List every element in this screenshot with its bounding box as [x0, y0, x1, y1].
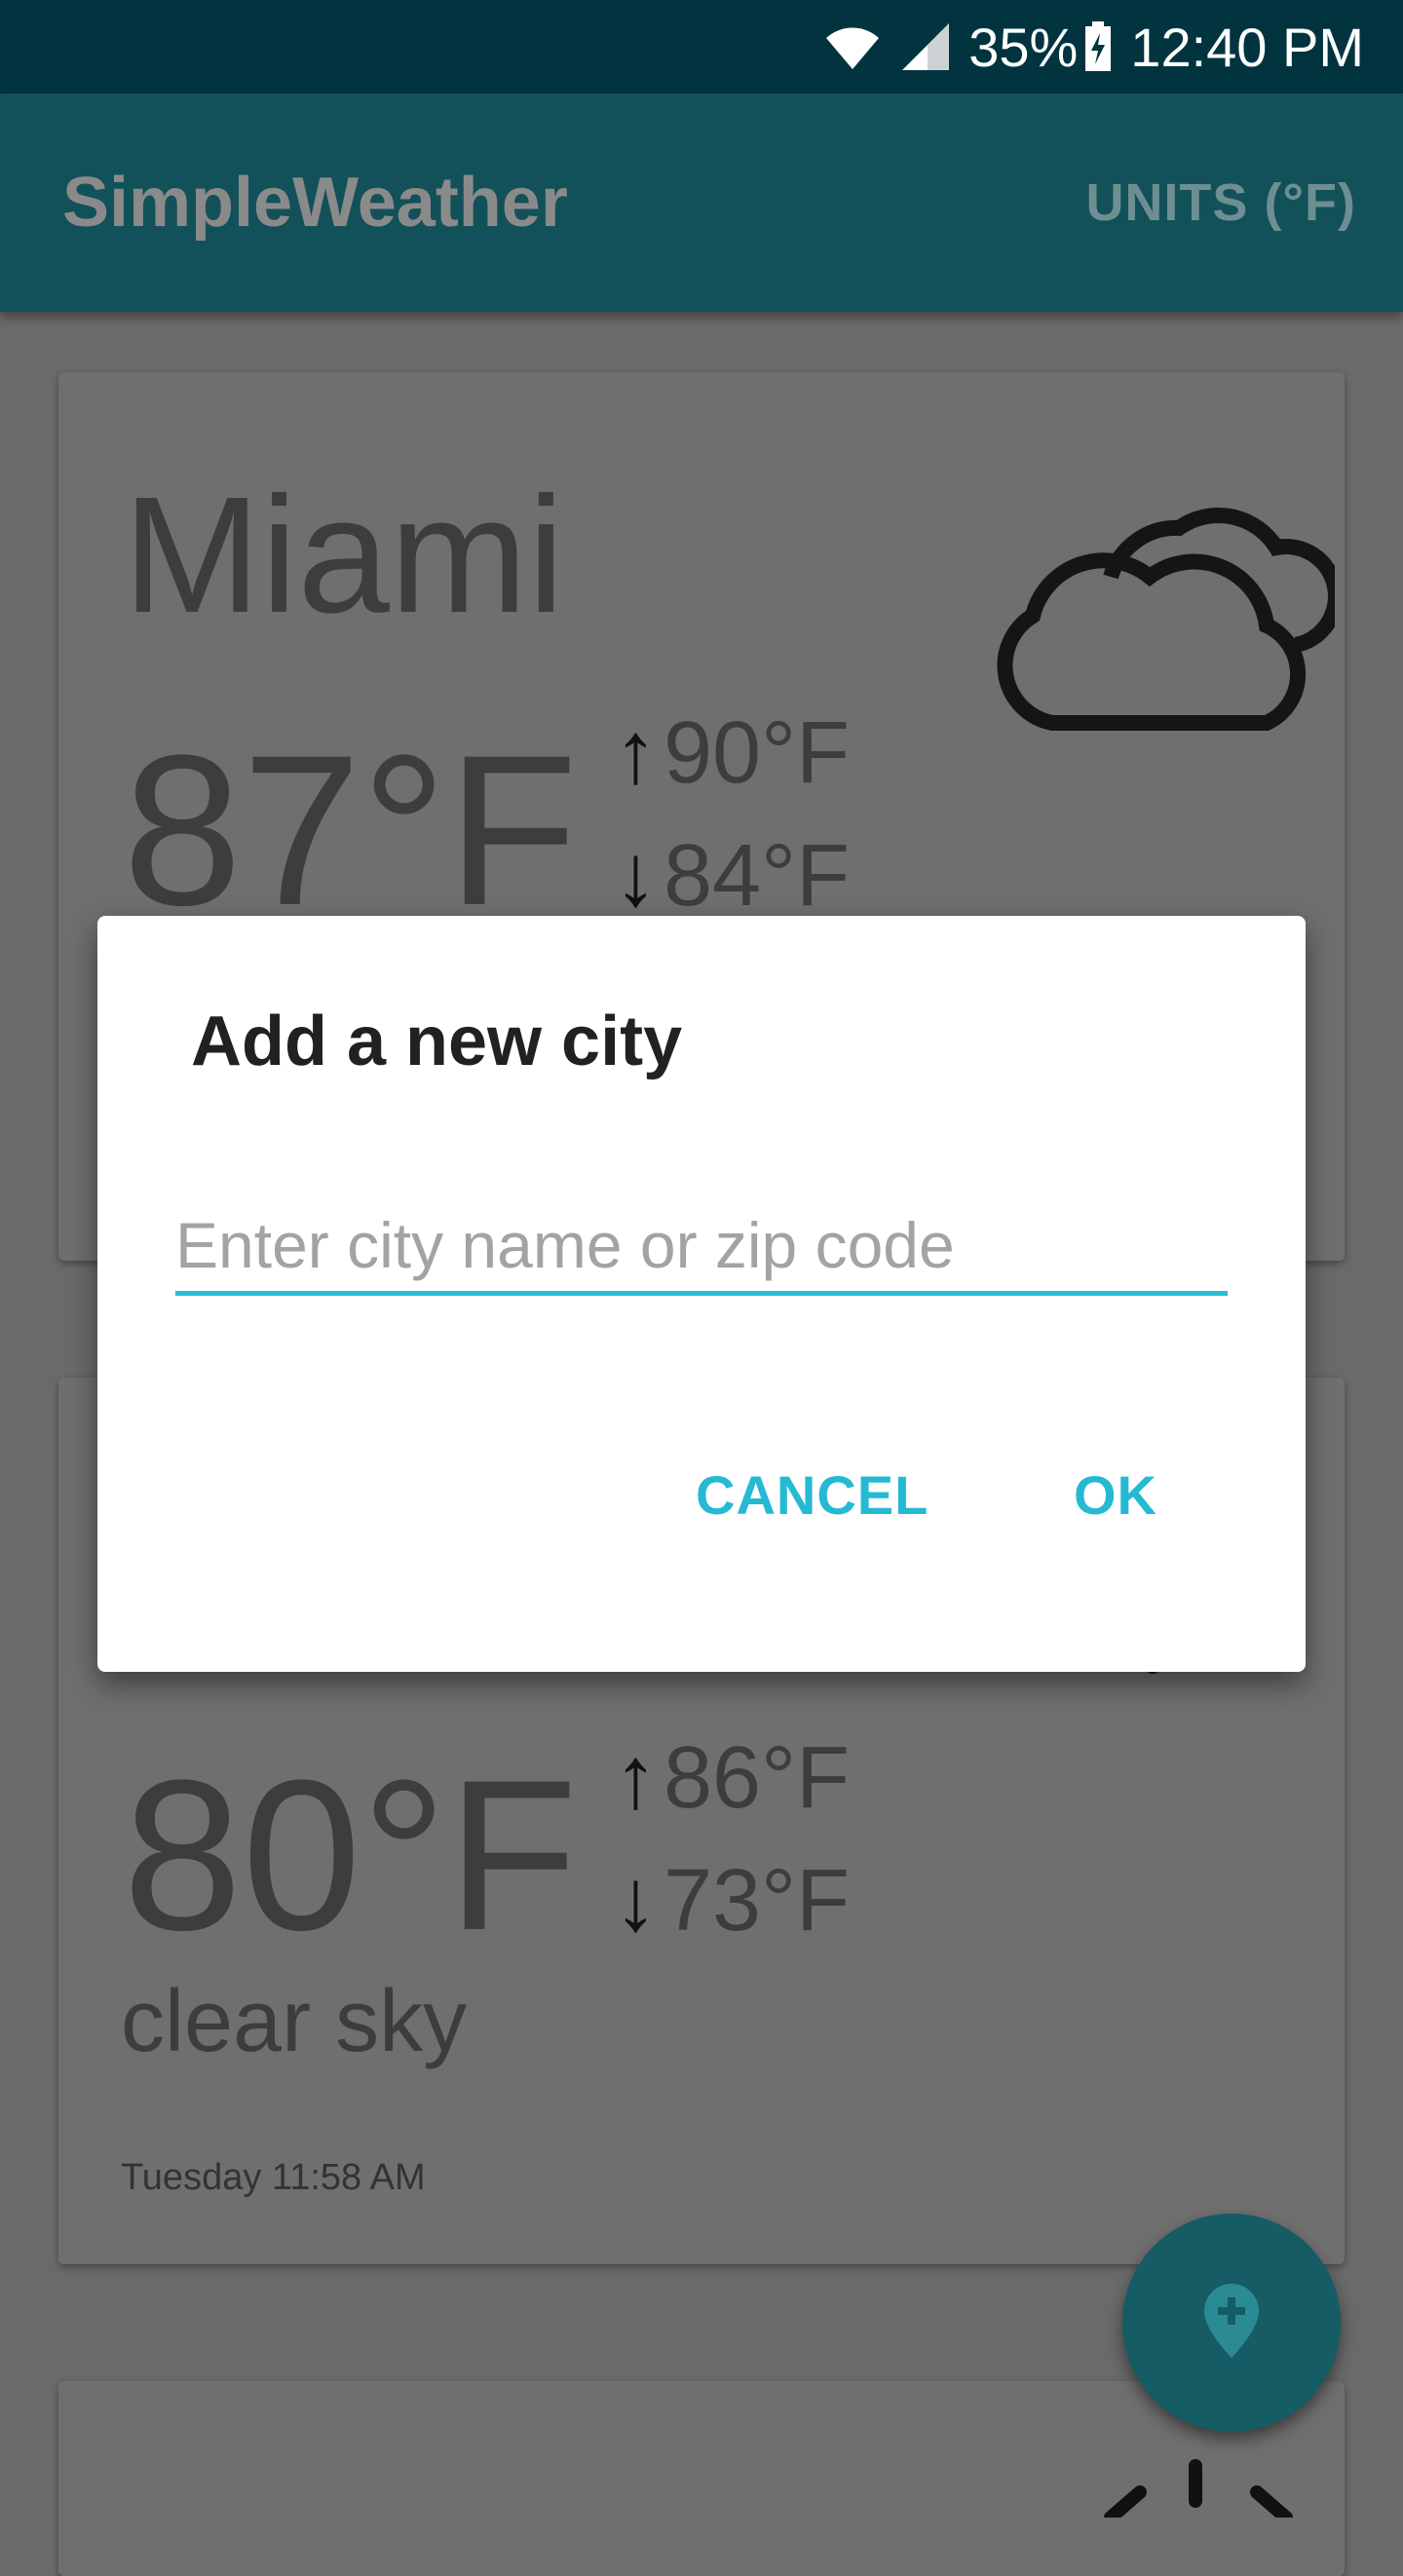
- dialog-title: Add a new city: [191, 1003, 683, 1080]
- city-input[interactable]: [175, 1198, 1228, 1296]
- add-location-icon: [1202, 2282, 1261, 2365]
- ok-button[interactable]: OK: [1074, 1463, 1157, 1527]
- add-city-dialog: Add a new city CANCEL OK: [97, 916, 1306, 1672]
- add-location-button[interactable]: [1122, 2214, 1341, 2432]
- cancel-button[interactable]: CANCEL: [696, 1463, 929, 1527]
